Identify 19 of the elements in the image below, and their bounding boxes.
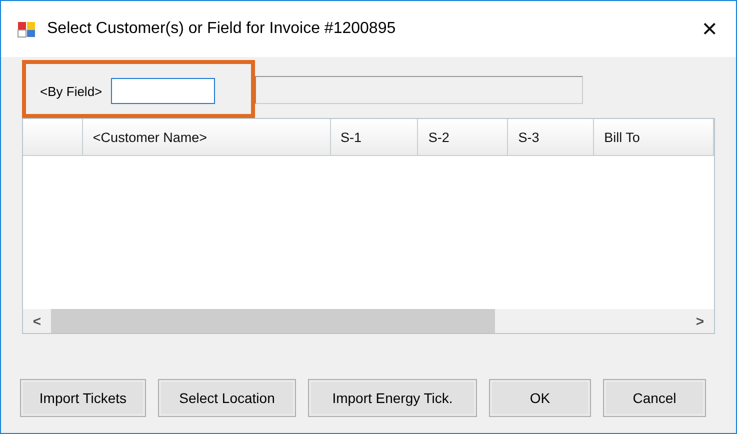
dialog-button[interactable]: Import Energy Tick. [308,379,477,417]
app-icon [17,19,37,39]
column-header[interactable]: Bill To [594,119,714,156]
dialog-button[interactable]: OK [489,379,591,417]
column-header[interactable]: <Customer Name> [82,119,331,156]
dialog-button[interactable]: Cancel [603,379,706,417]
column-header[interactable]: S-1 [330,119,418,156]
input-field[interactable] [111,78,216,104]
window-title: Select Customer(s) or Field for Invoice #1200895 [47,20,397,38]
dialog-button[interactable]: Import Tickets [20,379,146,417]
scroll-thumb[interactable] [51,309,495,333]
scrollbar[interactable]: < > [23,309,714,333]
search-field[interactable] [255,76,583,104]
field-label: <By Field> [40,84,102,98]
column-header[interactable]: S-2 [418,119,508,156]
column-header[interactable]: S-3 [508,119,594,156]
row-header-corner [23,119,83,156]
dialog-button[interactable]: Select Location [158,379,296,417]
close-button[interactable]: ✕ [691,17,728,41]
